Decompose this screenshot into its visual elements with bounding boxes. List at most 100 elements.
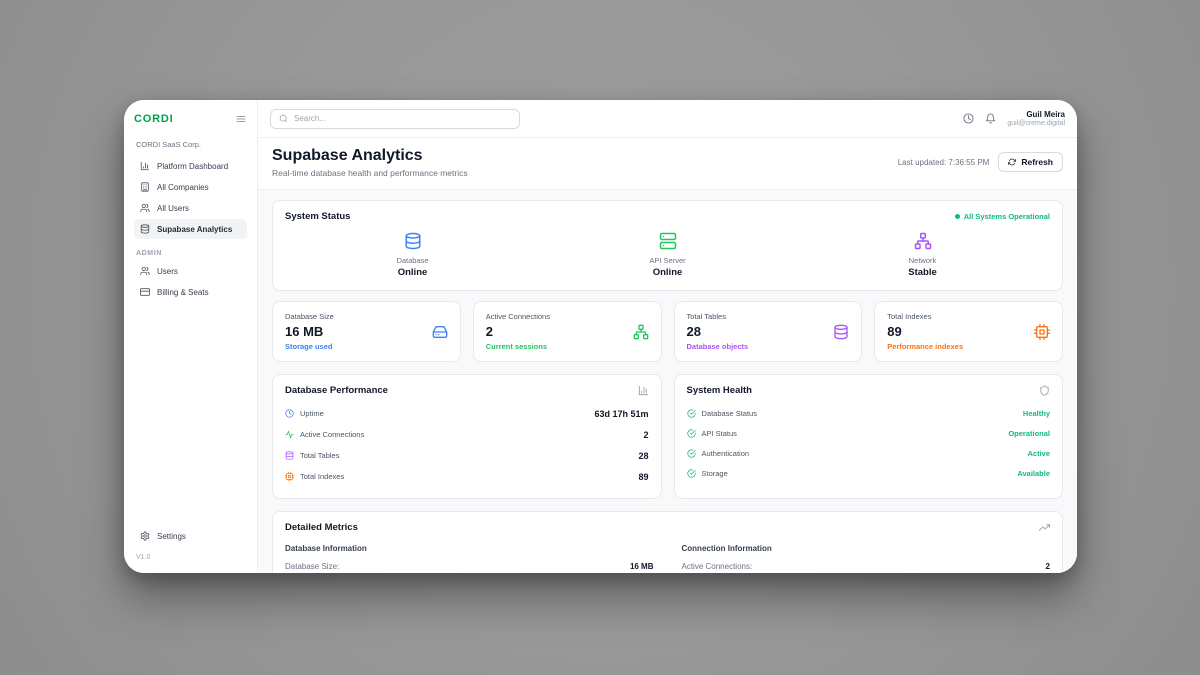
row-value: Operational — [1008, 429, 1050, 438]
stat-label: Total Tables — [687, 312, 749, 321]
app-window: CORDI CORDI SaaS Corp. Platform Dashboar… — [124, 100, 1077, 573]
stat-sublabel: Current sessions — [486, 342, 550, 351]
sidebar-item-all-users[interactable]: All Users — [134, 198, 247, 218]
status-item-label: Network — [909, 256, 937, 265]
refresh-icon — [1008, 158, 1016, 166]
trending-up-icon — [1039, 522, 1050, 533]
detail-column-connection-information: Connection Information Active Connection… — [682, 544, 1051, 571]
sidebar-item-label: Supabase Analytics — [157, 225, 232, 234]
cpu-icon — [285, 472, 294, 481]
row-label: Storage — [702, 469, 728, 478]
row-label: API Status — [702, 429, 737, 438]
check-circle-icon — [687, 409, 696, 418]
stat-value: 2 — [486, 324, 550, 339]
status-item-database: Database Online — [285, 232, 540, 278]
sidebar-item-label: All Companies — [157, 183, 209, 192]
users-icon — [140, 203, 150, 213]
detail-heading: Database Information — [285, 544, 654, 553]
panel-title: Detailed Metrics — [285, 522, 358, 533]
status-badge: All Systems Operational — [955, 212, 1050, 221]
row-label: Total Indexes — [300, 472, 344, 481]
database-icon — [285, 451, 294, 460]
database-icon — [404, 232, 422, 250]
row-label: Database Status — [702, 409, 757, 418]
row-value: 89 — [638, 472, 648, 482]
admin-section-label: ADMIN — [134, 250, 247, 257]
performance-row-total-indexes: Total Indexes 89 — [285, 466, 649, 487]
row-label: Authentication — [702, 449, 750, 458]
performance-row-active-connections: Active Connections 2 — [285, 424, 649, 445]
version-label: V1.0 — [134, 554, 247, 561]
notifications-bell-icon[interactable] — [985, 113, 996, 124]
page-title: Supabase Analytics — [272, 147, 468, 165]
check-circle-icon — [687, 449, 696, 458]
detail-column-database-information: Database Information Database Size: 16 M… — [285, 544, 654, 571]
detail-value: 16 MB — [630, 562, 654, 571]
detailed-metrics-card: Detailed Metrics Database Information Da… — [272, 511, 1063, 573]
stat-sublabel: Database objects — [687, 342, 749, 351]
performance-row-total-tables: Total Tables 28 — [285, 445, 649, 466]
user-menu[interactable]: Guil Meira guil@creme.digital — [1007, 110, 1065, 127]
history-icon[interactable] — [963, 113, 974, 124]
credit-card-icon — [140, 287, 150, 297]
system-status-card: System Status All Systems Operational Da… — [272, 200, 1063, 291]
status-item-api-server: API Server Online — [540, 232, 795, 278]
row-label: Total Tables — [300, 451, 339, 460]
status-item-value: Online — [653, 267, 683, 278]
sidebar-item-all-companies[interactable]: All Companies — [134, 177, 247, 197]
sidebar-item-supabase-analytics[interactable]: Supabase Analytics — [134, 219, 247, 239]
search-box[interactable] — [270, 109, 520, 129]
detail-heading: Connection Information — [682, 544, 1051, 553]
search-icon — [279, 114, 288, 123]
database-icon — [833, 324, 849, 340]
sidebar-item-platform-dashboard[interactable]: Platform Dashboard — [134, 156, 247, 176]
page-content: System Status All Systems Operational Da… — [258, 190, 1077, 573]
sidebar-item-label: Platform Dashboard — [157, 162, 228, 171]
topbar: Guil Meira guil@creme.digital — [258, 100, 1077, 138]
detail-row: Active Connections: 2 — [682, 562, 1051, 571]
search-input[interactable] — [294, 114, 511, 123]
network-icon — [633, 324, 649, 340]
health-row-authentication: Authentication Active — [687, 443, 1051, 463]
detail-label: Active Connections: — [682, 562, 753, 571]
status-item-value: Online — [398, 267, 428, 278]
sidebar-item-users[interactable]: Users — [134, 261, 247, 281]
stat-label: Active Connections — [486, 312, 550, 321]
sidebar-item-label: All Users — [157, 204, 189, 213]
status-item-network: Network Stable — [795, 232, 1050, 278]
sidebar: CORDI CORDI SaaS Corp. Platform Dashboar… — [124, 100, 258, 573]
detail-label: Database Size: — [285, 562, 339, 571]
stat-label: Total Indexes — [887, 312, 963, 321]
user-email: guil@creme.digital — [1007, 120, 1065, 127]
status-item-label: Database — [396, 256, 428, 265]
sidebar-item-label: Billing & Seats — [157, 288, 209, 297]
stat-value: 89 — [887, 324, 963, 339]
row-value: 28 — [638, 451, 648, 461]
system-status-title: System Status — [285, 211, 350, 222]
stat-value: 28 — [687, 324, 749, 339]
sidebar-item-settings[interactable]: Settings — [134, 526, 247, 546]
main-area: Guil Meira guil@creme.digital Supabase A… — [258, 100, 1077, 573]
users-icon — [140, 266, 150, 276]
status-item-label: API Server — [649, 256, 685, 265]
page-header: Supabase Analytics Real-time database he… — [258, 138, 1077, 190]
menu-icon[interactable] — [235, 113, 247, 125]
panel-title: Database Performance — [285, 385, 388, 396]
stat-sublabel: Performance indexes — [887, 342, 963, 351]
row-value: Available — [1017, 469, 1050, 478]
sidebar-footer: Settings V1.0 — [134, 526, 247, 561]
bar-chart-icon — [140, 161, 150, 171]
check-circle-icon — [687, 469, 696, 478]
user-name: Guil Meira — [1007, 110, 1065, 119]
detail-value: 2 — [1046, 562, 1050, 571]
sidebar-nav: Platform Dashboard All Companies All Use… — [134, 156, 247, 302]
app-logo: CORDI — [134, 113, 173, 125]
detail-row: Database Size: 16 MB — [285, 562, 654, 571]
bar-chart-icon — [638, 385, 649, 396]
row-value: Healthy — [1023, 409, 1050, 418]
hard-drive-icon — [432, 324, 448, 340]
refresh-button[interactable]: Refresh — [998, 152, 1063, 172]
health-row-storage: Storage Available — [687, 463, 1051, 483]
sidebar-item-billing-seats[interactable]: Billing & Seats — [134, 282, 247, 302]
check-circle-icon — [687, 429, 696, 438]
